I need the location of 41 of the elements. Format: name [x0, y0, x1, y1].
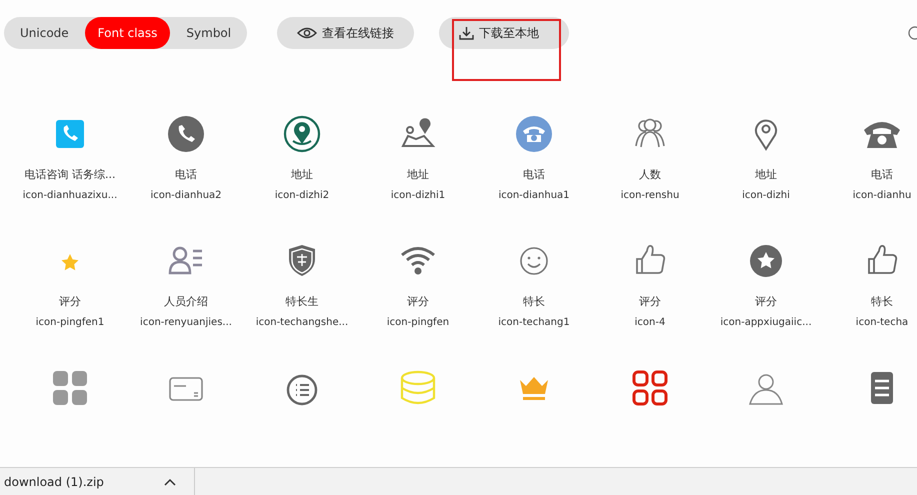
- icon-class-name: icon-techangshe...: [256, 316, 348, 330]
- icon-class-name: icon-dizhi1: [390, 189, 446, 203]
- icon-name: 人员介绍: [164, 294, 208, 310]
- icon-name: 地址: [291, 167, 313, 183]
- icon-class-name: icon-dizhi: [742, 189, 790, 203]
- icon-name: 电话: [523, 167, 545, 183]
- icon-name: 特长: [523, 294, 545, 310]
- format-tab[interactable]: Unicode: [4, 17, 85, 49]
- icon-name: 评分: [407, 294, 429, 310]
- icon-name: 人数: [639, 167, 661, 183]
- icon-name: 评分: [59, 294, 81, 310]
- icon-class-name: icon-dianhua1: [498, 189, 570, 203]
- icon-class-name: icon-dianhuazixu...: [22, 189, 118, 203]
- icon-name: 特长生: [286, 294, 318, 310]
- icon-class-name: icon-dizhi2: [274, 189, 330, 203]
- icon-class-name: icon-pingfen1: [36, 316, 104, 330]
- icon-class-name: icon-appxiugaiic...: [720, 316, 812, 330]
- view-online-link-button[interactable]: 查看在线链接: [277, 17, 414, 49]
- icon-class-name: icon-4: [634, 316, 666, 330]
- icon-name: 电话: [175, 167, 197, 183]
- download-icon: [459, 26, 474, 40]
- icon-class-name: icon-dianhu: [852, 189, 912, 203]
- format-tab[interactable]: Font class: [84, 17, 170, 49]
- icon-class-name: icon-renshu: [620, 189, 680, 203]
- icon-class-name: icon-dianhua2: [150, 189, 222, 203]
- icon-name: 评分: [639, 294, 661, 310]
- download-file-name[interactable]: download (1).zip: [0, 472, 104, 490]
- format-tab[interactable]: Symbol: [170, 17, 248, 49]
- icon-class-name: icon-renyuanjies...: [140, 316, 232, 330]
- download-button[interactable]: 下载至本地: [439, 17, 570, 49]
- icon-class-name: icon-techang1: [498, 316, 570, 330]
- icon-class-name: icon-techa: [856, 316, 908, 330]
- icon-name: 特长: [871, 294, 893, 310]
- icon-class-name: icon-pingfen: [386, 316, 450, 330]
- icon-name: 地址: [407, 167, 429, 183]
- icon-name: 评分: [755, 294, 777, 310]
- eye-icon: [297, 27, 318, 39]
- caret-up-icon[interactable]: [164, 478, 176, 486]
- icon-name: 电话: [871, 167, 893, 183]
- icon-name: 地址: [755, 167, 777, 183]
- icon-name: 电话咨询 话务综...: [24, 167, 116, 183]
